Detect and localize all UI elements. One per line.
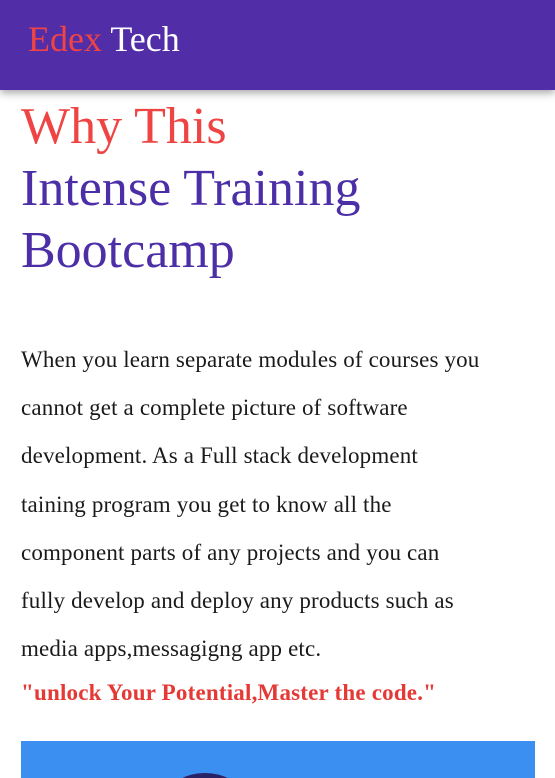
paragraph-line: cannot get a complete picture of softwar… [21, 395, 408, 421]
paragraph-line: When you learn separate modules of cours… [21, 347, 480, 372]
brand-logo-link[interactable]: Edex Tech [28, 19, 180, 59]
title-line-3: Bootcamp [21, 222, 235, 279]
tagline: "unlock Your Potential,Master the code." [21, 680, 437, 705]
paragraph-line: development. As a Full stack development [21, 443, 418, 469]
paragraph-line: fully develop and deploy any products su… [21, 588, 454, 614]
paragraph-line: taining program you get to know all the [21, 491, 392, 517]
hero-banner-image [21, 741, 535, 778]
intro-paragraph: When you learn separate modules of cours… [21, 336, 541, 673]
banner-figure-shape [171, 773, 239, 778]
title-line-1: Why This [21, 98, 227, 155]
brand-edex-text: Edex [28, 19, 102, 59]
page-title: Why This Intense Training Bootcamp [21, 96, 541, 282]
paragraph-line: media apps,messagigng app etc. [21, 636, 322, 662]
paragraph-line: component parts of any projects and you … [21, 539, 440, 565]
top-navbar: Edex Tech [0, 0, 555, 90]
brand-tech-text: Tech [110, 19, 180, 59]
title-line-2: Intense Training [21, 160, 361, 217]
